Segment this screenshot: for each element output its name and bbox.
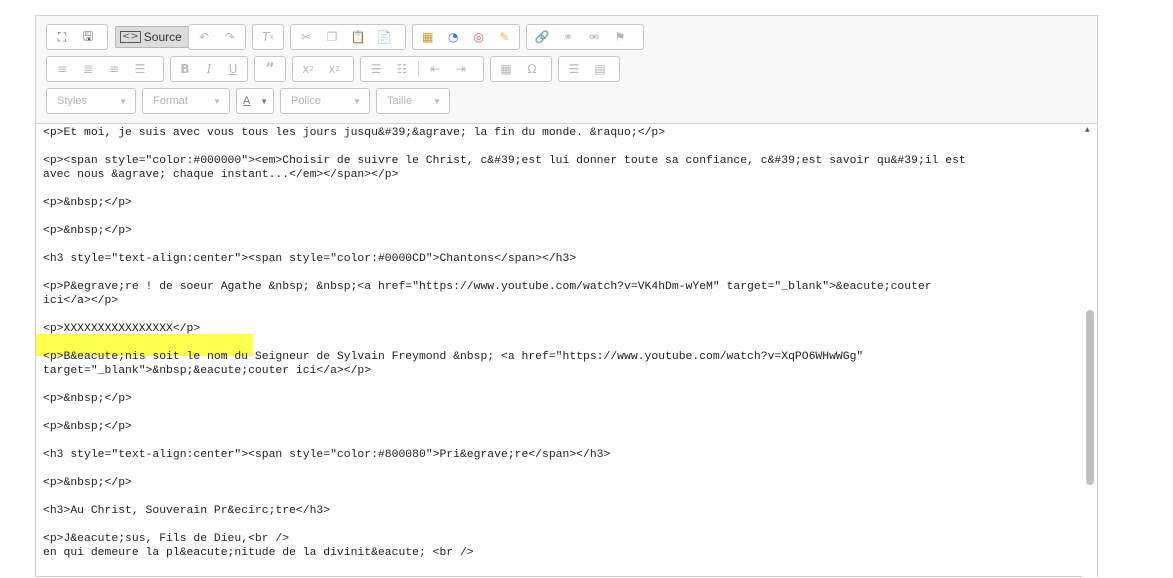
anchor-link-icon[interactable]: ⚮ [582, 27, 606, 47]
youtube-icon[interactable]: ◎ [467, 27, 491, 47]
vertical-scrollbar[interactable]: ▲ [1082, 124, 1097, 578]
underline-icon[interactable]: U [222, 59, 244, 79]
source-button[interactable]: <> Source [115, 26, 189, 48]
link-icon[interactable]: 🔗 [530, 27, 554, 47]
size-dropdown[interactable]: Taille ▼ [376, 88, 450, 114]
source-line: <p>&nbsp;</p> [43, 477, 132, 489]
toolbar-row-3: Styles ▼ Format ▼ A ▼ Police ▼ Taille ▼ [46, 88, 1097, 118]
paste-text-icon[interactable]: 📄 [372, 27, 396, 47]
bulleted-list-icon[interactable]: ☷ [390, 59, 414, 79]
numbered-list-icon[interactable]: ☰ [364, 59, 388, 79]
insert-media-group: ▦ ◔ ◎ ✎ [412, 24, 520, 50]
image-icon[interactable]: ▦ [416, 27, 440, 47]
italic-icon[interactable]: I [198, 59, 220, 79]
source-group: <> Source [114, 24, 189, 50]
source-line: <h3 style="text-align:center"><span styl… [43, 253, 577, 265]
bold-icon[interactable]: B [174, 59, 196, 79]
highlight-icon[interactable]: ✎ [493, 27, 517, 47]
unlink-icon[interactable]: ⚭ [556, 27, 580, 47]
source-line: target="_blank">&nbsp;&eacute;couter ici… [43, 365, 372, 377]
text-color-button[interactable]: A ▼ [236, 88, 274, 114]
script-group: x2 x2 [292, 56, 354, 82]
redo-icon[interactable]: ↷ [218, 27, 242, 47]
superscript-icon[interactable]: x2 [322, 59, 346, 79]
cut-icon[interactable]: ✂ [294, 27, 318, 47]
source-label: Source [143, 30, 182, 44]
chevron-down-icon: ▼ [353, 96, 361, 106]
source-line: <p>&nbsp;</p> [43, 421, 132, 433]
source-line: <p>P&egrave;re ! de soeur Agathe &nbsp; … [43, 281, 932, 293]
scrollbar-thumb[interactable] [1086, 310, 1094, 485]
save-icon[interactable]: 🖫 [76, 27, 100, 47]
chevron-down-icon: ▼ [119, 96, 127, 106]
page-break-icon[interactable]: ▤ [588, 59, 612, 79]
source-line: <p>&nbsp;</p> [43, 225, 132, 237]
toolbar-row-1: ⛶ 🖫 <> Source ↶ ↷ Tx ✂ ❐ 📋 📄 ▦ ◔ ◎ ✎ 🔗 ⚭… [46, 24, 1097, 54]
basic-style-group: B I U [170, 56, 248, 82]
undo-icon[interactable]: ↶ [192, 27, 216, 47]
align-right-icon[interactable]: ≡ [102, 59, 126, 79]
font-label: Police [291, 95, 321, 107]
chevron-down-icon: ▼ [213, 96, 221, 106]
source-line: <p>Et moi, je suis avec vous tous les jo… [43, 127, 666, 139]
chevron-down-icon: ▼ [260, 96, 268, 106]
flash-icon[interactable]: ◔ [442, 27, 466, 47]
styles-label: Styles [57, 95, 87, 107]
paste-icon[interactable]: 📋 [346, 27, 370, 47]
text-color-label: A [243, 95, 251, 107]
maximize-icon[interactable]: ⛶ [50, 27, 74, 47]
source-line: <h3 style="text-align:center"><span styl… [43, 449, 611, 461]
align-left-icon[interactable]: ≡ [50, 59, 74, 79]
document-group: ⛶ 🖫 [46, 24, 108, 50]
subscript-icon[interactable]: x2 [296, 59, 320, 79]
remove-format-icon[interactable]: Tx [256, 27, 280, 47]
page-group: ☰ ▤ [558, 56, 620, 82]
source-textarea[interactable]: <p>Et moi, je suis avec vous tous les jo… [36, 124, 1083, 578]
list-indent-group: ☰ ☷ ⇤ ⇥ [360, 56, 484, 82]
source-line: <p>&nbsp;</p> [43, 197, 132, 209]
font-dropdown[interactable]: Police ▼ [280, 88, 370, 114]
table-group: ▦ Ω [490, 56, 552, 82]
flag-anchor-icon[interactable]: ⚑ [608, 27, 632, 47]
align-center-icon[interactable]: ≣ [76, 59, 100, 79]
separator [418, 61, 419, 77]
link-group: 🔗 ⚭ ⚮ ⚑ [526, 24, 644, 50]
indent-icon[interactable]: ⇥ [449, 59, 473, 79]
source-line: <p><span style="color:#000000"><em>Chois… [43, 155, 966, 167]
toolbar-row-2: ≡ ≣ ≡ ☰ B I U ” x2 x2 ☰ ☷ ⇤ ⇥ ▦ Ω ☰ ▤ [46, 56, 1097, 86]
alignment-group: ≡ ≣ ≡ ☰ [46, 56, 164, 82]
blockquote-group: ” [254, 56, 286, 82]
format-label: Format [153, 95, 188, 107]
chevron-down-icon: ▼ [433, 96, 441, 106]
size-label: Taille [387, 95, 413, 107]
horizontal-rule-icon[interactable]: ☰ [562, 59, 586, 79]
outdent-icon[interactable]: ⇤ [423, 59, 447, 79]
scroll-up-icon[interactable]: ▲ [1085, 126, 1090, 133]
editor-toolbar: ⛶ 🖫 <> Source ↶ ↷ Tx ✂ ❐ 📋 📄 ▦ ◔ ◎ ✎ 🔗 ⚭… [36, 16, 1097, 124]
remove-format-group: Tx [252, 24, 284, 50]
format-dropdown[interactable]: Format ▼ [142, 88, 230, 114]
highlighted-source-line: <p>XXXXXXXXXXXXXXXX</p> [43, 323, 201, 335]
source-icon: <> [120, 31, 141, 43]
source-line: en qui demeure la pl&eacute;nitude de la… [43, 547, 474, 559]
source-line: <p>&nbsp;</p> [43, 393, 132, 405]
styles-dropdown[interactable]: Styles ▼ [46, 88, 136, 114]
source-line: <h3>Au Christ, Souverain Pr&ecirc;tre</h… [43, 505, 331, 517]
copy-icon[interactable]: ❐ [320, 27, 344, 47]
undo-redo-group: ↶ ↷ [188, 24, 246, 50]
clipboard-group: ✂ ❐ 📋 📄 [290, 24, 406, 50]
source-line: <p>J&eacute;sus, Fils de Dieu,<br /> [43, 533, 290, 545]
source-editor: ⛶ 🖫 <> Source ↶ ↷ Tx ✂ ❐ 📋 📄 ▦ ◔ ◎ ✎ 🔗 ⚭… [35, 15, 1098, 578]
align-justify-icon[interactable]: ☰ [128, 59, 152, 79]
source-line: avec nous &agrave; chaque instant...</em… [43, 169, 399, 181]
source-line: <p>B&eacute;nis soit le nom du Seigneur … [43, 351, 864, 363]
special-char-icon[interactable]: Ω [520, 59, 544, 79]
blockquote-icon[interactable]: ” [258, 59, 282, 79]
table-icon[interactable]: ▦ [494, 59, 518, 79]
source-line: ici</a></p> [43, 295, 119, 307]
